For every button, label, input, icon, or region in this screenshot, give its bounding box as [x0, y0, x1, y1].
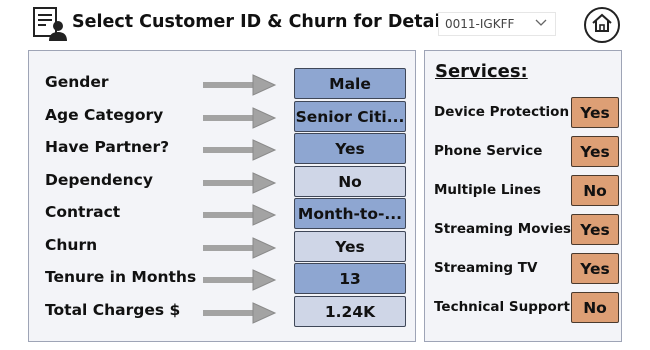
- service-value: Yes: [571, 136, 619, 167]
- service-label: Streaming TV: [434, 260, 538, 276]
- detail-label: Total Charges $: [45, 301, 181, 319]
- service-label: Streaming Movies: [434, 221, 572, 237]
- arrow-right-icon: [203, 107, 277, 129]
- detail-label: Dependency: [45, 171, 153, 189]
- detail-value: Male: [294, 68, 406, 99]
- detail-label: Churn: [45, 236, 98, 254]
- detail-value: 1.24K: [294, 296, 406, 327]
- detail-value: No: [294, 166, 406, 197]
- detail-value: Yes: [294, 231, 406, 262]
- detail-label: Contract: [45, 203, 121, 221]
- arrow-right-icon: [203, 139, 277, 161]
- services-panel: Services: Device Protection Yes Phone Serv…: [424, 50, 622, 342]
- customer-id-select[interactable]: 0011-IGKFF: [438, 12, 556, 36]
- service-label: Device Protection: [434, 104, 570, 120]
- service-value: Yes: [571, 97, 619, 128]
- detail-label: Have Partner?: [45, 138, 170, 156]
- home-button[interactable]: [584, 7, 620, 43]
- service-value: No: [571, 292, 619, 323]
- arrow-right-icon: [203, 269, 277, 291]
- chevron-down-icon: [535, 17, 547, 31]
- service-value: No: [571, 175, 619, 206]
- detail-label: Age Category: [45, 106, 164, 124]
- service-value: Yes: [571, 214, 619, 245]
- service-label: Phone Service: [434, 143, 543, 159]
- detail-value: Yes: [294, 133, 406, 164]
- detail-value: 13: [294, 263, 406, 294]
- detail-label: Gender: [45, 73, 109, 91]
- customer-id-value: 0011-IGKFF: [445, 17, 515, 31]
- arrow-right-icon: [203, 172, 277, 194]
- customer-details-icon: [32, 6, 68, 42]
- service-value: Yes: [571, 253, 619, 284]
- arrow-right-icon: [203, 204, 277, 226]
- arrow-right-icon: [203, 237, 277, 259]
- service-label: Technical Support: [434, 299, 570, 315]
- detail-value: Senior Citi...: [294, 101, 406, 132]
- detail-label: Tenure in Months: [45, 268, 197, 286]
- page-title: Select Customer ID & Churn for Details: [72, 12, 457, 32]
- customer-details-panel: Gender Male Age Category Senior Citi... Have…: [28, 50, 416, 342]
- detail-value: Month-to-...: [294, 198, 406, 229]
- services-title: Services:: [435, 61, 528, 82]
- service-label: Multiple Lines: [434, 182, 541, 198]
- arrow-right-icon: [203, 302, 277, 324]
- arrow-right-icon: [203, 74, 277, 96]
- home-icon: [591, 13, 613, 37]
